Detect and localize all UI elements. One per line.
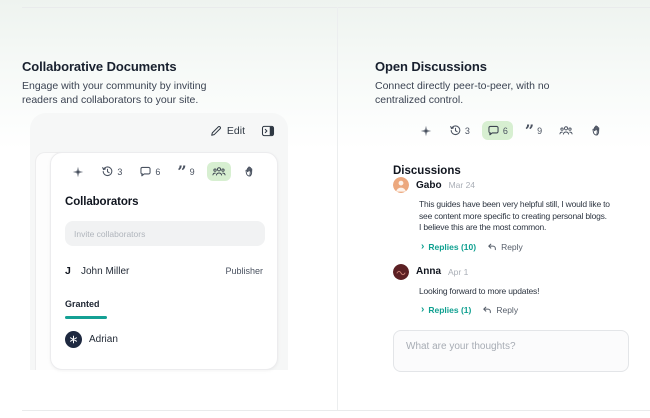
reply-label: Reply xyxy=(496,305,518,315)
quote-count: 9 xyxy=(537,126,542,136)
quote-icon[interactable]: ” 9 xyxy=(520,122,547,139)
active-tab-indicator xyxy=(65,316,107,319)
granted-member-name: Adrian xyxy=(89,334,118,345)
comment-actions: › Replies (1) Reply xyxy=(421,305,638,315)
edit-button[interactable]: Edit xyxy=(210,125,245,137)
comment-body: Looking forward to more updates! xyxy=(419,286,638,298)
comment-icon[interactable]: 6 xyxy=(134,162,165,181)
top-divider xyxy=(22,7,650,8)
right-feature-title: Open Discussions xyxy=(375,59,487,74)
replies-toggle-button[interactable]: › Replies (1) xyxy=(421,305,471,315)
member-initial: J xyxy=(65,265,81,277)
history-icon[interactable]: 3 xyxy=(444,121,475,140)
column-divider xyxy=(337,7,338,411)
comments-list: Gabo Mar 24 This guides have been very h… xyxy=(393,177,638,327)
people-icon[interactable] xyxy=(554,121,578,140)
comment-count: 6 xyxy=(503,126,508,136)
sparkle-icon[interactable] xyxy=(415,122,437,140)
comment-body: This guides have been very helpful still… xyxy=(419,199,638,234)
comment-author: Anna xyxy=(416,266,441,277)
tab-granted[interactable]: Granted xyxy=(65,294,263,319)
quote-count: 9 xyxy=(190,167,195,177)
editor-actions: Edit xyxy=(210,124,275,138)
collaborators-title: Collaborators xyxy=(65,196,263,208)
discussions-title: Discussions xyxy=(393,165,461,177)
reply-button[interactable]: Reply xyxy=(482,305,518,315)
reply-label: Reply xyxy=(501,242,523,252)
replies-toggle-button[interactable]: › Replies (10) xyxy=(421,242,476,252)
member-row: J John Miller Publisher xyxy=(65,265,263,277)
granted-member-row: Adrian xyxy=(65,331,263,348)
comment-actions: › Replies (10) Reply xyxy=(421,242,638,252)
tab-granted-label: Granted xyxy=(65,299,100,309)
right-feature-description: Connect directly peer-to-peer, with no c… xyxy=(375,79,550,108)
pencil-icon xyxy=(210,125,222,137)
gabo-avatar xyxy=(393,177,409,193)
features-section: Collaborative Documents Engage with your… xyxy=(0,0,650,418)
history-count: 3 xyxy=(117,167,122,177)
comment-date: Apr 1 xyxy=(448,267,468,277)
clap-icon[interactable] xyxy=(585,121,608,140)
clap-icon[interactable] xyxy=(238,162,261,181)
people-icon[interactable] xyxy=(207,162,231,181)
sidebar-toggle-icon[interactable] xyxy=(261,124,275,138)
comment-date: Mar 24 xyxy=(449,180,475,190)
discussions-toolbar-wrap: 3 6 ” 9 xyxy=(385,121,638,140)
comment-header: Gabo Mar 24 xyxy=(393,177,638,193)
chevron-right-icon: › xyxy=(421,306,424,314)
adrian-avatar xyxy=(65,331,82,348)
comment-icon[interactable]: 6 xyxy=(482,121,513,140)
member-name: John Miller xyxy=(81,266,129,277)
quote-glyph: ” xyxy=(177,167,186,178)
member-role: Publisher xyxy=(225,266,263,276)
comment-count: 6 xyxy=(155,167,160,177)
comment: Anna Apr 1 Looking forward to more updat… xyxy=(393,264,638,316)
history-icon[interactable]: 3 xyxy=(96,162,127,181)
comment-author: Gabo xyxy=(416,180,442,191)
comment-composer-input[interactable] xyxy=(393,330,629,372)
anna-avatar xyxy=(393,264,409,280)
quote-glyph: ” xyxy=(525,126,534,137)
left-feature-title: Collaborative Documents xyxy=(22,59,176,74)
reply-button[interactable]: Reply xyxy=(487,242,523,252)
replies-label: Replies (1) xyxy=(428,305,471,315)
sparkle-icon[interactable] xyxy=(67,163,89,181)
invite-collaborators-input[interactable] xyxy=(65,221,265,246)
edit-button-label: Edit xyxy=(227,125,245,137)
replies-label: Replies (10) xyxy=(428,242,476,252)
chevron-right-icon: › xyxy=(421,243,424,251)
collaborators-panel: 3 6 ” 9 xyxy=(50,152,278,370)
comment: Gabo Mar 24 This guides have been very h… xyxy=(393,177,638,252)
quote-icon[interactable]: ” 9 xyxy=(172,163,199,180)
reply-arrow-icon xyxy=(482,305,492,315)
collaborative-documents-preview: Edit xyxy=(30,113,288,370)
history-count: 3 xyxy=(465,126,470,136)
comment-header: Anna Apr 1 xyxy=(393,264,638,280)
editor-toolbar: 3 6 ” 9 xyxy=(385,121,638,140)
bottom-divider xyxy=(22,410,650,411)
reply-arrow-icon xyxy=(487,242,497,252)
left-feature-description: Engage with your community by inviting r… xyxy=(22,79,206,108)
editor-toolbar: 3 6 ” 9 xyxy=(51,153,277,181)
